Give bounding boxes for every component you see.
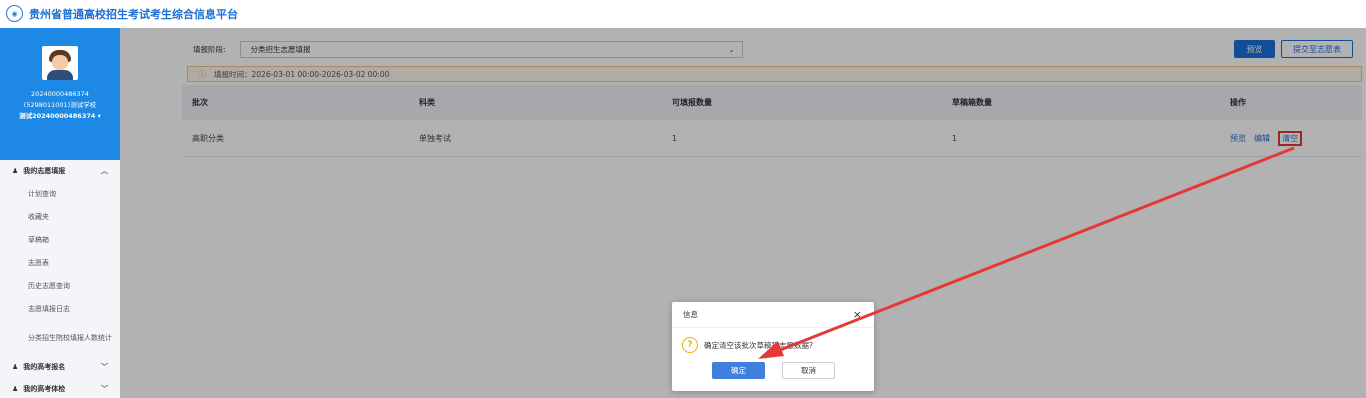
university-logo-icon: ◉ xyxy=(6,5,23,22)
user-icon: ♟ xyxy=(12,167,19,175)
avatar xyxy=(42,46,78,80)
confirm-button[interactable]: 确定 xyxy=(712,362,765,379)
sidebar-section-registration[interactable]: ♟ 我的高考报名 ﹀ xyxy=(0,356,120,378)
sidebar-section-volunteer[interactable]: ♟ 我的志愿填报 ︿ xyxy=(0,160,120,182)
sidebar-item-volunteer-table[interactable]: 志愿表 xyxy=(0,251,120,274)
chevron-down-icon: ﹀ xyxy=(101,385,108,393)
dialog-body: ? 确定清空该批次草稿箱志愿数据? xyxy=(682,337,813,353)
question-icon: ? xyxy=(682,337,698,353)
sidebar: 20240000486374 (5298011001)测试学校 测试202400… xyxy=(0,28,120,398)
confirm-dialog: 信息 × ? 确定清空该批次草稿箱志愿数据? 确定 取消 xyxy=(672,302,874,391)
top-bar: ◉ 贵州省普通高校招生考试考生综合信息平台 xyxy=(0,0,1366,27)
sidebar-section-medical[interactable]: ♟ 我的高考体检 ﹀ xyxy=(0,378,120,398)
sidebar-item-history[interactable]: 历史志愿查询 xyxy=(0,274,120,297)
sidebar-item-drafts[interactable]: 草稿箱 xyxy=(0,228,120,251)
profile-id: 20240000486374 xyxy=(31,90,89,98)
dialog-title: 信息 xyxy=(672,302,874,328)
site-title: 贵州省普通高校招生考试考生综合信息平台 xyxy=(29,7,238,21)
profile-user-menu[interactable]: 测试20240000486374 ▾ xyxy=(19,111,101,122)
sidebar-section-label: 我的志愿填报 xyxy=(23,167,66,175)
dialog-message: 确定清空该批次草稿箱志愿数据? xyxy=(704,340,813,350)
sidebar-item-stats[interactable]: 分类招生院校填报人数统计 xyxy=(0,320,120,356)
chevron-down-icon: ﹀ xyxy=(101,363,108,371)
profile-school: (5298011001)测试学校 xyxy=(23,101,97,109)
sidebar-section-label: 我的高考体检 xyxy=(23,385,66,393)
close-icon[interactable]: × xyxy=(853,308,862,321)
chevron-up-icon: ︿ xyxy=(101,167,108,175)
sidebar-item-plan-query[interactable]: 计划查询 xyxy=(0,182,120,205)
sidebar-item-log[interactable]: 志愿填报日志 xyxy=(0,297,120,320)
user-icon: ♟ xyxy=(12,385,19,393)
sidebar-item-favorites[interactable]: 收藏夹 xyxy=(0,205,120,228)
sidebar-section-label: 我的高考报名 xyxy=(23,363,66,371)
profile-card: 20240000486374 (5298011001)测试学校 测试202400… xyxy=(0,28,120,160)
cancel-button[interactable]: 取消 xyxy=(782,362,835,379)
user-icon: ♟ xyxy=(12,363,19,371)
